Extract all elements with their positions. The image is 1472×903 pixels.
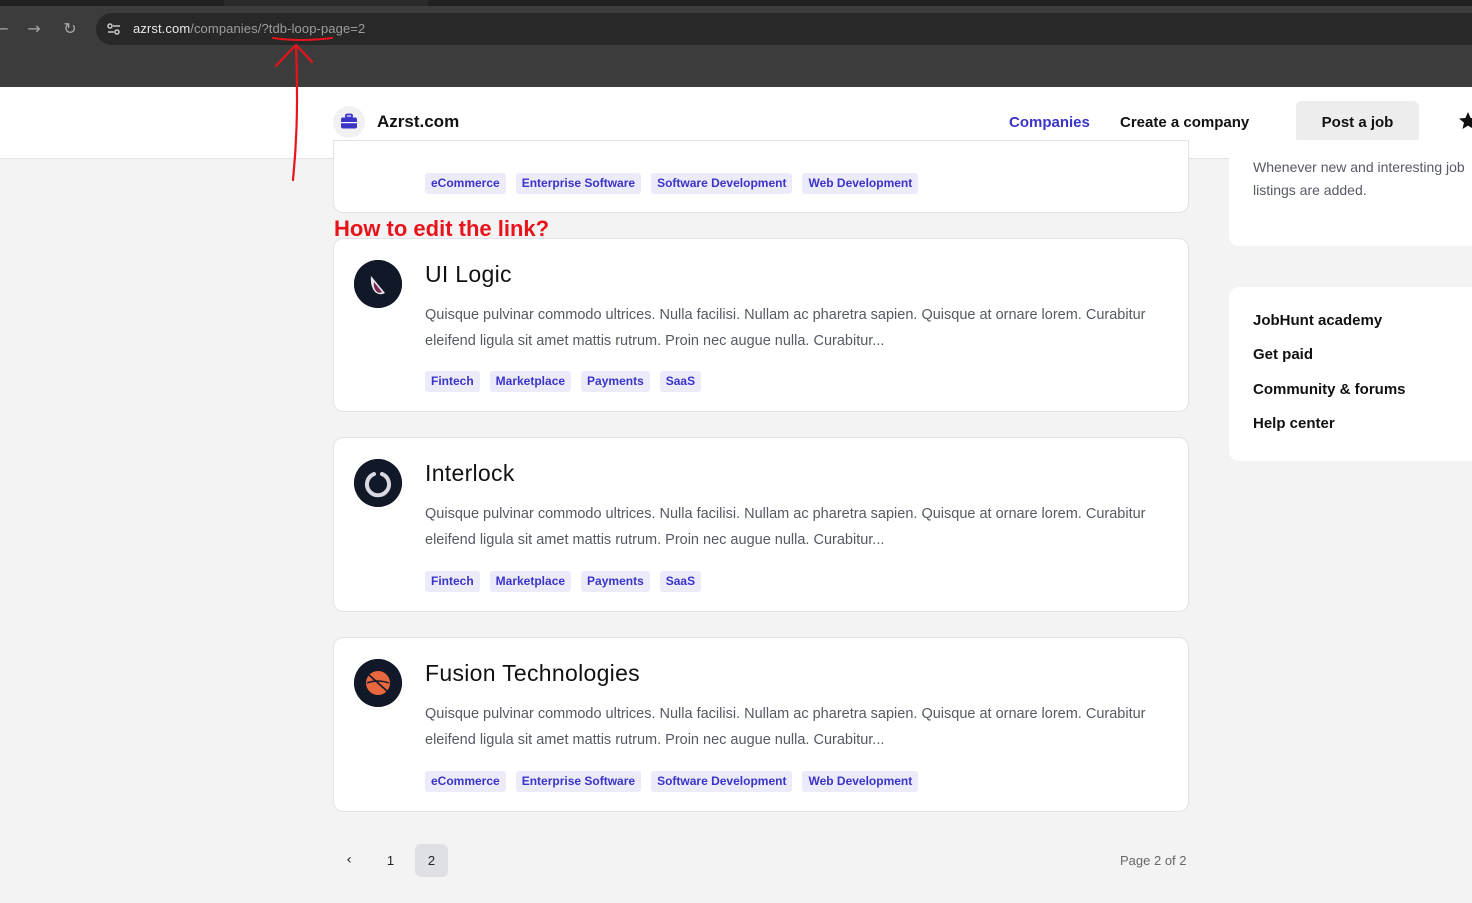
tag[interactable]: Marketplace <box>489 571 572 592</box>
job-alert-text: Whenever new and interesting job listing… <box>1253 159 1465 198</box>
back-icon[interactable]: ← <box>0 19 12 39</box>
company-card[interactable]: eCommerce Enterprise Software Software D… <box>333 140 1189 213</box>
tag[interactable]: eCommerce <box>425 771 506 792</box>
link-help-center[interactable]: Help center <box>1253 415 1335 432</box>
company-description: Quisque pulvinar commodo ultrices. Nulla… <box>425 307 1146 349</box>
company-logo[interactable] <box>354 459 402 507</box>
url-path: /companies/?tdb-loop-page=2 <box>190 21 366 36</box>
tag-list: Fintech Marketplace Payments SaaS <box>425 571 702 592</box>
page-2-button[interactable]: 2 <box>415 844 448 877</box>
url-text[interactable]: azrst.com/companies/?tdb-loop-page=2 <box>133 21 365 36</box>
page-1-button[interactable]: 1 <box>374 844 407 877</box>
tag[interactable]: Fintech <box>425 371 480 392</box>
tag[interactable]: SaaS <box>659 571 702 592</box>
tag-list: eCommerce Enterprise Software Software D… <box>425 771 919 792</box>
company-card[interactable]: Interlock Quisque pulvinar commodo ultri… <box>333 437 1189 612</box>
tag[interactable]: SaaS <box>659 371 702 392</box>
brand-name[interactable]: Azrst.com <box>377 112 459 132</box>
logo[interactable] <box>333 106 365 138</box>
company-description: Quisque pulvinar commodo ultrices. Nulla… <box>425 506 1146 548</box>
address-bar[interactable]: azrst.com/companies/?tdb-loop-page=2 <box>96 13 1472 45</box>
company-name[interactable]: UI Logic <box>425 261 512 288</box>
company-logo[interactable] <box>354 260 402 308</box>
page-status: Page 2 of 2 <box>1120 853 1187 868</box>
tag[interactable]: Enterprise Software <box>515 771 642 792</box>
tag[interactable]: Software Development <box>651 771 793 792</box>
bookmark-bar <box>0 52 1472 87</box>
browser-toolbar: ← → ↻ azrst.com/companies/?tdb-loop-page… <box>0 6 1472 52</box>
tag[interactable]: Enterprise Software <box>515 173 642 194</box>
tag[interactable]: Web Development <box>802 771 919 792</box>
tag-list: Fintech Marketplace Payments SaaS <box>425 371 702 392</box>
job-alert-panel: Whenever new and interesting job listing… <box>1229 140 1472 246</box>
briefcase-icon <box>341 113 357 129</box>
tag[interactable]: Fintech <box>425 571 480 592</box>
nav-create-company[interactable]: Create a company <box>1120 114 1249 131</box>
tag-list: eCommerce Enterprise Software Software D… <box>425 173 919 194</box>
tag[interactable]: Web Development <box>802 173 919 194</box>
star-icon[interactable] <box>1458 111 1472 131</box>
reload-icon[interactable]: ↻ <box>60 19 80 39</box>
company-name[interactable]: Interlock <box>425 460 515 487</box>
company-description: Quisque pulvinar commodo ultrices. Nulla… <box>425 706 1146 748</box>
annotation-text: How to edit the link? <box>334 216 550 241</box>
tag[interactable]: Payments <box>581 571 650 592</box>
company-card[interactable]: UI Logic Quisque pulvinar commodo ultric… <box>333 238 1189 412</box>
resources-panel: JobHunt academy Get paid Community & for… <box>1229 287 1472 461</box>
pin-logo-icon <box>354 260 402 308</box>
post-job-button[interactable]: Post a job <box>1296 101 1419 145</box>
company-name[interactable]: Fusion Technologies <box>425 660 640 687</box>
link-get-paid[interactable]: Get paid <box>1253 346 1313 363</box>
tag[interactable]: Marketplace <box>489 371 572 392</box>
tag[interactable]: Software Development <box>651 173 793 194</box>
company-logo[interactable] <box>354 659 402 707</box>
link-community-forums[interactable]: Community & forums <box>1253 381 1406 398</box>
site-info-icon[interactable] <box>106 21 122 37</box>
prev-page-icon[interactable]: ‹ <box>338 849 360 871</box>
tag[interactable]: eCommerce <box>425 173 506 194</box>
company-card[interactable]: Fusion Technologies Quisque pulvinar com… <box>333 637 1189 812</box>
ball-logo-icon <box>354 659 402 707</box>
ring-logo-icon <box>354 459 402 507</box>
link-jobhunt-academy[interactable]: JobHunt academy <box>1253 312 1382 329</box>
forward-icon[interactable]: → <box>24 19 44 39</box>
nav-companies[interactable]: Companies <box>1009 114 1090 131</box>
url-host: azrst.com <box>133 21 191 36</box>
tag[interactable]: Payments <box>581 371 650 392</box>
